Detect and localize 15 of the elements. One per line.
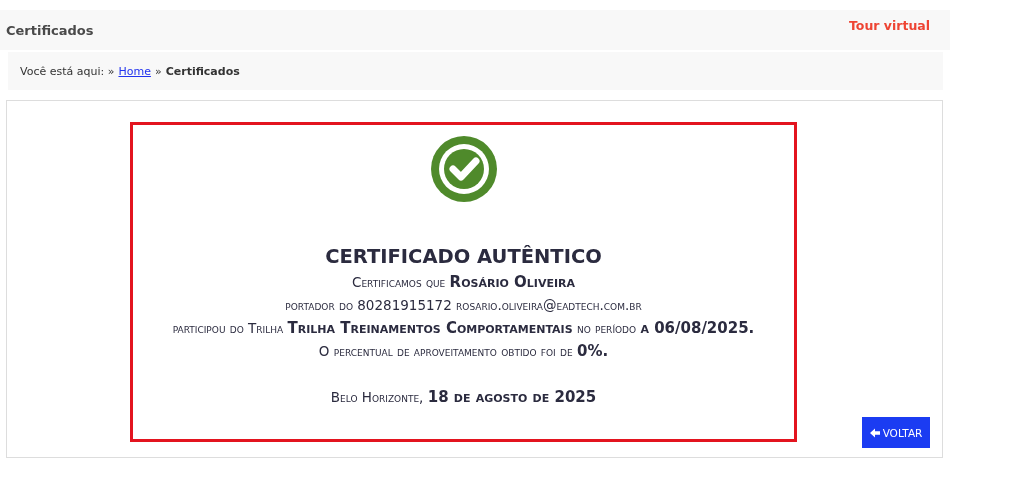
tour-link[interactable]: Tour virtual [848,18,930,33]
back-button[interactable]: VOLTAR [862,417,930,448]
breadcrumb-current: Certificados [165,64,240,78]
certificate-text: O percentual de aproveitamento obtido foi de 0%. [318,341,609,362]
certificate-text: participou do Trilha Trilha Treinamentos Comportamentais no período a 06/08/2025. [172,318,755,339]
left-arrow-icon [869,427,880,438]
place-date: Belo Horizonte, 18 de agosto de 2025 [330,387,597,408]
breadcrumb-separator: » [154,64,162,78]
check-circle-icon [430,136,497,202]
certificate-text: portador do 80281915172 rosario.oliveira@eadtech.com.br [285,296,642,315]
breadcrumb-label: Você está aqui: » [20,64,115,78]
certificate-title: CERTIFICADO AUTÊNTICO [325,245,602,268]
page-title: Certificados [6,23,94,38]
breadcrumb-link[interactable]: Home [118,64,151,78]
certificate-text: Certificamos que Rosário Oliveira [351,272,576,293]
